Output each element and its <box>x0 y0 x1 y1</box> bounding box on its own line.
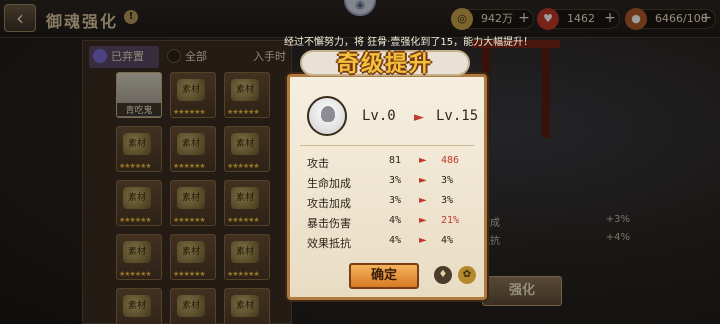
arrow-right-icon: ► <box>419 195 427 206</box>
confirm-button[interactable]: 确定 <box>349 263 419 289</box>
stat-from: 3% <box>389 175 402 186</box>
stat-to: 3% <box>441 175 454 186</box>
stat-from: 4% <box>389 235 402 246</box>
divider <box>300 145 474 146</box>
stat-to: 21% <box>441 215 460 226</box>
stat-to: 3% <box>441 195 454 206</box>
stat-name: 效果抵抗 <box>307 237 351 250</box>
stat-to: 486 <box>441 155 460 166</box>
stat-from: 3% <box>389 195 402 206</box>
arrow-right-icon: ► <box>414 110 424 125</box>
arrow-right-icon: ► <box>419 235 427 246</box>
arrow-right-icon: ► <box>419 175 427 186</box>
stat-name: 攻击加成 <box>307 197 351 210</box>
stat-from: 81 <box>389 155 402 166</box>
level-from: Lv.0 <box>362 108 396 124</box>
stat-row: 效果抵抗 4% ► 4% <box>307 235 477 253</box>
stat-row: 攻击加成 3% ► 3% <box>307 195 477 213</box>
stat-row: 攻击 81 ► 486 <box>307 155 477 173</box>
level-up-banner: 奇级提升 <box>300 42 470 82</box>
stat-name: 暴击伤害 <box>307 217 351 230</box>
banner-title: 奇级提升 <box>336 51 433 77</box>
arrow-right-icon: ► <box>419 215 427 226</box>
stat-name: 攻击 <box>307 157 329 170</box>
arrow-right-icon: ► <box>419 155 427 166</box>
seal-icon[interactable]: ✿ <box>458 266 476 284</box>
stat-row: 暴击伤害 4% ► 21% <box>307 215 477 233</box>
stat-name: 生命加成 <box>307 177 351 190</box>
level-to: Lv.15 <box>436 108 479 124</box>
lock-icon[interactable]: ♦ <box>434 266 452 284</box>
stat-to: 4% <box>441 235 454 246</box>
soul-portrait-icon <box>307 96 347 136</box>
stat-from: 4% <box>389 215 402 226</box>
stat-row: 生命加成 3% ► 3% <box>307 175 477 193</box>
